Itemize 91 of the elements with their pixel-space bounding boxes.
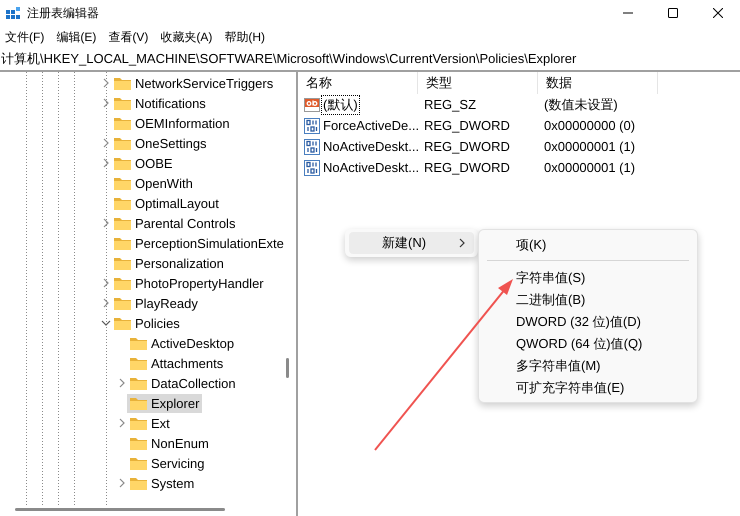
binary-value-icon	[304, 138, 320, 154]
folder-icon	[113, 296, 132, 310]
folder-icon	[113, 256, 132, 270]
column-header[interactable]: 类型	[418, 72, 538, 94]
folder-icon	[113, 276, 132, 290]
folder-icon	[129, 416, 148, 430]
tree-item[interactable]: OptimalLayout	[111, 194, 222, 212]
column-header[interactable]: 数据	[538, 72, 658, 94]
app-icon	[5, 5, 21, 21]
binary-value-icon	[304, 160, 320, 176]
tree-item[interactable]: OneSettings	[111, 134, 210, 152]
folder-icon	[129, 336, 148, 350]
value-data: 0x00000000 (0)	[543, 118, 636, 133]
value-type: REG_DWORD	[423, 118, 511, 133]
expand-chevron-icon[interactable]	[101, 138, 111, 148]
tree-item[interactable]: Notifications	[111, 94, 209, 112]
value-data: 0x00000001 (1)	[543, 160, 636, 175]
menu-item[interactable]: 可扩充字符串值(E)	[479, 376, 697, 398]
expand-chevron-icon[interactable]	[101, 298, 111, 308]
folder-icon	[113, 76, 132, 90]
expand-chevron-icon[interactable]	[117, 418, 127, 428]
value-data: (数值未设置)	[543, 96, 618, 114]
tree-item[interactable]: OEMInformation	[111, 114, 233, 132]
folder-icon	[129, 376, 148, 390]
folder-icon	[113, 216, 132, 230]
folder-icon	[129, 356, 148, 370]
expand-chevron-icon[interactable]	[117, 378, 127, 388]
column-header[interactable]: 名称	[298, 72, 418, 94]
tree-item[interactable]: Ext	[127, 414, 173, 432]
value-data: 0x00000001 (1)	[543, 139, 636, 154]
folder-icon	[113, 136, 132, 150]
folder-icon	[113, 156, 132, 170]
window-title: 注册表编辑器	[27, 4, 99, 22]
menu-item[interactable]: 多字符串值(M)	[479, 354, 697, 376]
folder-icon	[129, 436, 148, 450]
value-name[interactable]: NoActiveDeskt...	[321, 159, 422, 176]
binary-value-icon	[304, 118, 320, 134]
value-name[interactable]: NoActiveDeskt...	[321, 138, 422, 155]
menu-item[interactable]: 字符串值(S)	[479, 266, 697, 288]
tree-item[interactable]: PerceptionSimulationExte	[111, 234, 287, 252]
tree-item[interactable]: DataCollection	[127, 374, 239, 392]
collapse-chevron-icon[interactable]	[101, 318, 111, 328]
folder-icon	[129, 456, 148, 470]
tree-item[interactable]: ActiveDesktop	[127, 334, 238, 352]
tree-item[interactable]: Parental Controls	[111, 214, 238, 232]
tree-item[interactable]: OOBE	[111, 154, 176, 172]
tree-item[interactable]: PhotoPropertyHandler	[111, 274, 267, 292]
folder-icon	[129, 396, 148, 410]
tree-item[interactable]: PlayReady	[111, 294, 201, 312]
tree-item[interactable]: Attachments	[127, 354, 226, 372]
folder-icon	[113, 176, 132, 190]
menu-item[interactable]: 收藏夹(A)	[157, 28, 222, 46]
tree-item[interactable]: Servicing	[127, 454, 208, 472]
menu-item[interactable]: QWORD (64 位)值(Q)	[479, 332, 697, 354]
value-type: REG_DWORD	[423, 139, 511, 154]
tree-item[interactable]: Policies	[111, 314, 183, 332]
expand-chevron-icon[interactable]	[101, 158, 111, 168]
folder-icon	[129, 476, 148, 490]
menu-item[interactable]: 文件(F)	[2, 28, 54, 46]
value-type: REG_DWORD	[423, 160, 511, 175]
scrollbar-thumb[interactable]	[286, 358, 289, 378]
close-icon	[712, 8, 722, 18]
tree-item[interactable]: Personalization	[111, 254, 227, 272]
maximize-icon	[668, 8, 678, 18]
menu-item[interactable]: 编辑(E)	[53, 28, 106, 46]
folder-icon	[113, 196, 132, 210]
folder-icon	[113, 96, 132, 110]
menu-item[interactable]: 项(K)	[479, 233, 697, 255]
folder-icon	[113, 116, 132, 130]
scrollbar-thumb[interactable]	[15, 508, 225, 511]
expand-chevron-icon[interactable]	[101, 98, 111, 108]
value-name[interactable]: (默认)	[321, 94, 360, 114]
menu-item[interactable]: 二进制值(B)	[479, 288, 697, 310]
expand-chevron-icon[interactable]	[101, 218, 111, 228]
tree-item[interactable]: Explorer	[127, 394, 202, 412]
value-name[interactable]: ForceActiveDe...	[321, 117, 422, 134]
expand-chevron-icon[interactable]	[101, 278, 111, 288]
string-value-icon	[304, 96, 320, 112]
tree-item[interactable]: NetworkServiceTriggers	[111, 74, 276, 92]
tree-item[interactable]: System	[127, 474, 198, 492]
value-type: REG_SZ	[423, 97, 478, 112]
tree-item[interactable]: NonEnum	[127, 434, 212, 452]
menu-item[interactable]: 查看(V)	[105, 28, 158, 46]
menu-item[interactable]: 帮助(H)	[221, 28, 274, 46]
expand-chevron-icon[interactable]	[101, 78, 111, 88]
folder-icon	[113, 316, 132, 330]
folder-icon	[113, 236, 132, 250]
menu-item[interactable]: 新建(N)	[349, 232, 474, 254]
menu-item[interactable]: DWORD (32 位)值(D)	[479, 310, 697, 332]
expand-chevron-icon[interactable]	[117, 478, 127, 488]
tree-item[interactable]: OpenWith	[111, 174, 196, 192]
